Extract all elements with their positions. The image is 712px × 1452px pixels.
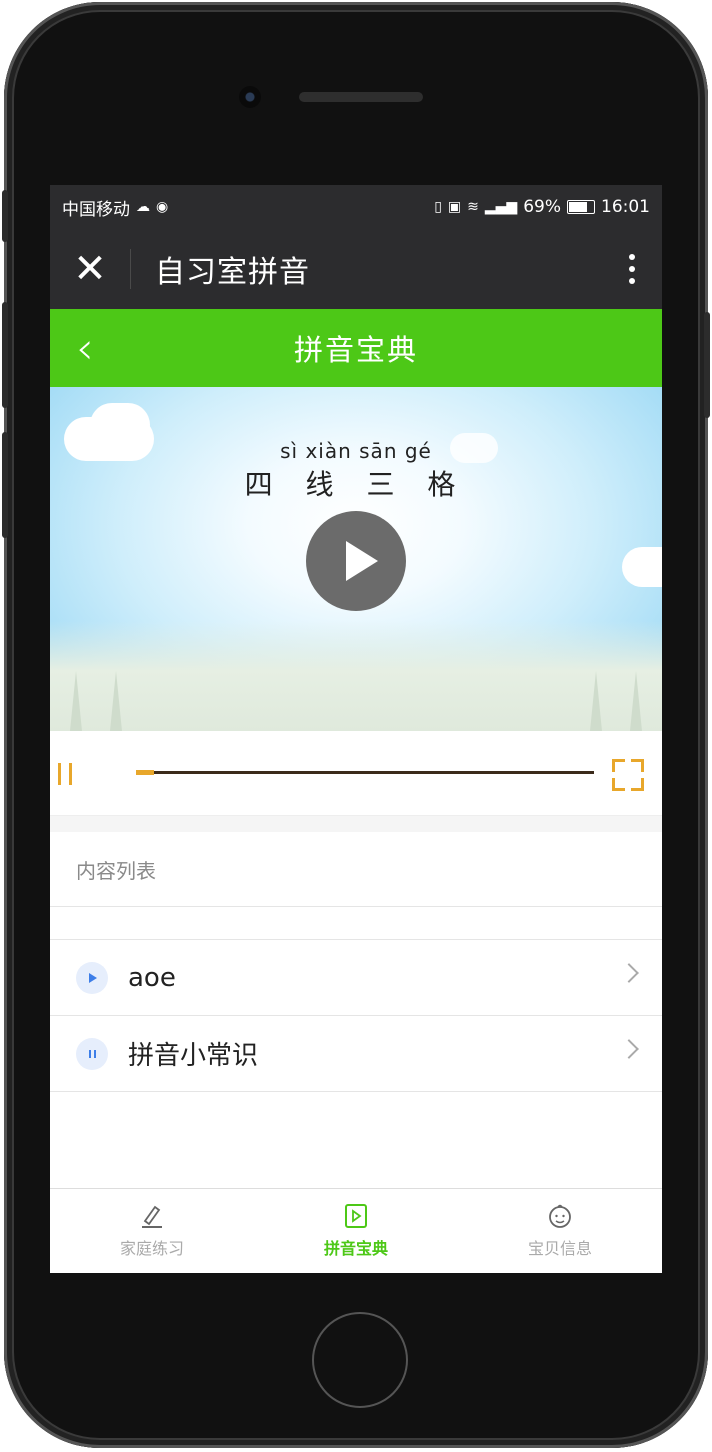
play-icon [346,541,378,581]
back-chevron-icon[interactable]: ‹ [76,323,94,374]
cloud-icon: ☁ [136,199,150,215]
power-button [704,312,710,418]
tab-label: 宝贝信息 [527,1239,592,1258]
battery-percent: 69% [523,197,561,217]
pencil-icon [142,1205,162,1228]
more-menu-icon[interactable] [602,254,662,284]
video-icon [345,1204,367,1228]
tab-label: 拼音宝典 [323,1239,388,1258]
video-pinyin: sì xiàn sān gé [280,439,432,463]
mute-switch [2,190,8,242]
grass-blade [70,671,82,731]
fullscreen-icon[interactable] [612,759,644,791]
title-divider [130,249,131,289]
app-title: 自习室拼音 [155,255,310,290]
page-title: 拼音宝典 [293,333,418,367]
grass-decoration [50,621,662,731]
grass-blade [630,671,642,731]
volume-down-button [2,432,8,538]
status-bar: 中国移动 ☁ ◉ ▯ ▣ ≋ ▂▄▆ 69% 16:01 [50,185,662,229]
video-controls [50,731,662,816]
tab-pinyin-dictionary[interactable]: 拼音宝典 [254,1189,458,1273]
list-item-label: 拼音小常识 [128,1041,259,1071]
list-item-aoe[interactable]: aoe [50,940,662,1016]
phone-screen: 中国移动 ☁ ◉ ▯ ▣ ≋ ▂▄▆ 69% 16:01 ✕ 自习室拼音 ‹ 拼… [50,185,662,1273]
app-title-bar: ✕ 自习室拼音 [50,229,662,309]
pause-icon [76,1037,108,1070]
volume-up-button [2,302,8,408]
section-spacer [50,907,662,940]
tab-baby-info[interactable]: 宝贝信息 [458,1189,662,1273]
close-icon[interactable]: ✕ [50,229,130,309]
list-item-label: aoe [128,962,176,993]
wifi-icon: ≋ [467,199,479,215]
video-hanzi: 四 线 三 格 [244,468,468,501]
tab-home-practice[interactable]: 家庭练习 [50,1189,254,1273]
bottom-tab-bar: 家庭练习 拼音宝典 宝贝信息 [50,1188,662,1273]
qq-icon: ◉ [156,199,169,215]
play-icon [76,961,108,994]
tab-label: 家庭练习 [119,1239,184,1258]
play-button[interactable] [306,511,406,611]
progress-fill [136,770,155,775]
page-header: ‹ 拼音宝典 [50,309,662,387]
grass-blade [110,671,122,731]
vibrate-icon: ▯ [434,199,442,215]
video-player[interactable]: sì xiàn sān gé 四 线 三 格 [50,387,662,731]
signal-icon: ▂▄▆ [484,199,518,215]
section-title: 内容列表 [50,832,662,907]
front-camera [239,86,261,108]
grass-blade [590,671,602,731]
battery-icon [567,200,595,214]
carrier-label: 中国移动 [62,199,130,220]
earpiece-speaker [299,92,423,102]
home-button[interactable] [312,1312,408,1408]
list-item-pinyin-tips[interactable]: 拼音小常识 [50,1016,662,1092]
pause-icon[interactable] [58,763,72,785]
hd-icon: ▣ [447,199,462,215]
progress-track[interactable] [136,770,594,775]
baby-face-icon [549,1204,571,1228]
clock: 16:01 [601,197,650,217]
cloud-decoration [622,547,662,587]
section-spacer [50,816,662,832]
